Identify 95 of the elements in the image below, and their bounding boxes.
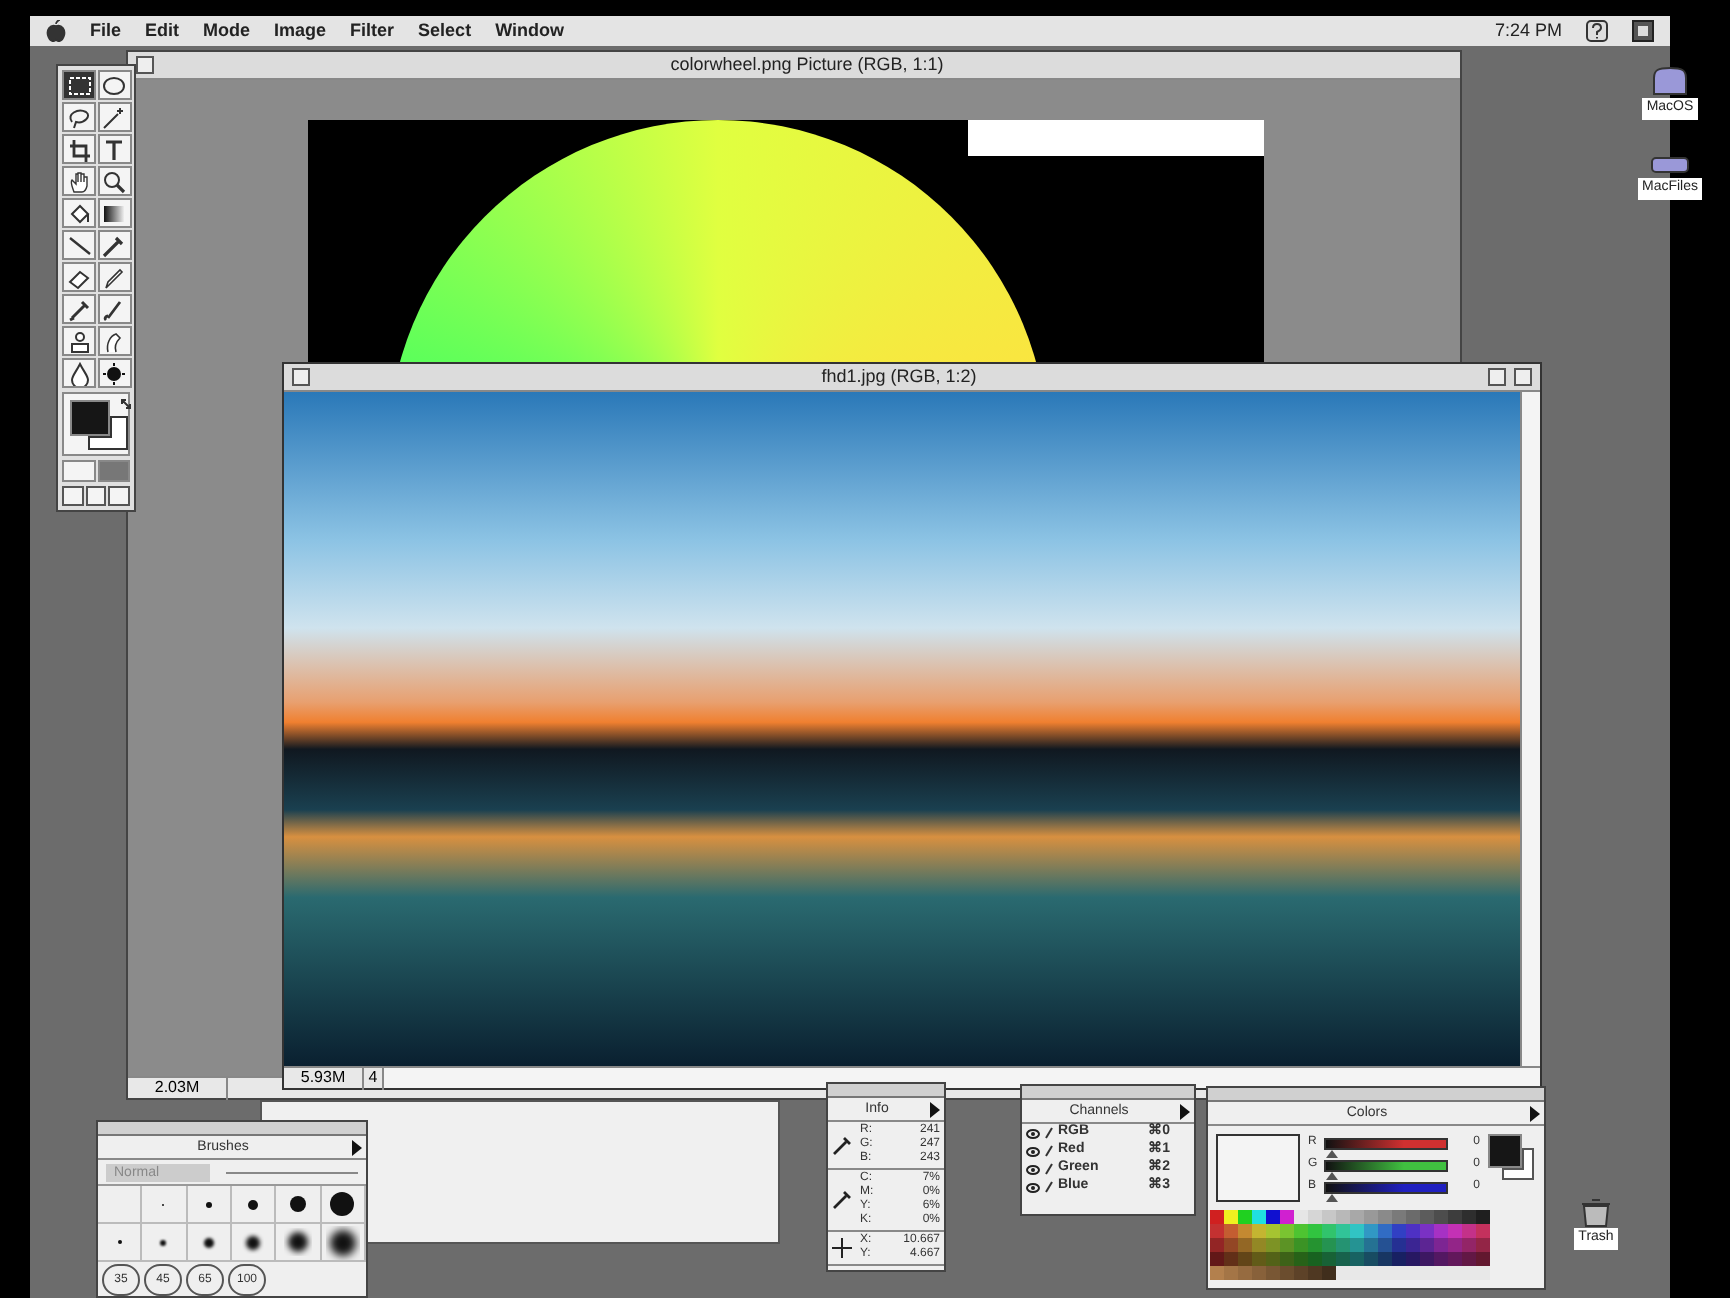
- tool-button[interactable]: [97, 102, 131, 132]
- brush-preset[interactable]: [232, 1224, 277, 1262]
- tool-button[interactable]: [62, 326, 96, 356]
- swap-arrow-icon: [120, 398, 132, 410]
- brush-preset[interactable]: [321, 1224, 366, 1262]
- burn-icon: [100, 361, 128, 385]
- eyedropper-icon: [832, 1135, 852, 1155]
- tool-button[interactable]: [97, 134, 131, 164]
- tool-button[interactable]: [62, 70, 96, 100]
- blur-icon: [65, 361, 93, 385]
- window-title: fhd1.jpg (RGB, 1:2): [819, 363, 979, 390]
- line-icon: [65, 233, 93, 257]
- eraser-icon: [65, 265, 93, 289]
- quick-mask-button[interactable]: [97, 460, 130, 482]
- brush-preset[interactable]: [232, 1186, 277, 1224]
- brush-tip-icon: [113, 1236, 126, 1248]
- tool-button[interactable]: [97, 166, 131, 196]
- lasso-icon: [65, 105, 93, 129]
- brush-tip-icon: [242, 1231, 265, 1253]
- menu-item[interactable]: Window: [495, 17, 564, 45]
- tool-button[interactable]: [97, 358, 131, 388]
- palette-drag-bar[interactable]: [1022, 1086, 1194, 1100]
- background-color-swatch: [1502, 1148, 1534, 1180]
- wand-icon: [100, 105, 128, 129]
- brush-tip-icon: [199, 1233, 218, 1251]
- brush-tip-icon: [283, 1228, 312, 1256]
- bucket-icon: [65, 201, 93, 225]
- tool-button[interactable]: [97, 230, 131, 260]
- ellipse-icon: [100, 73, 128, 97]
- marquee-icon: [65, 73, 93, 97]
- brush-tip-icon: [285, 1192, 310, 1216]
- screen-mode-button[interactable]: [62, 486, 84, 506]
- brush-tip-icon: [244, 1195, 263, 1213]
- menu-item[interactable]: Filter: [350, 17, 395, 45]
- zoom-icon: [100, 169, 128, 193]
- stamp-icon: [65, 329, 93, 353]
- menu-arrow-icon: [926, 1098, 944, 1122]
- palette-drag-bar[interactable]: [98, 1122, 366, 1136]
- brush-tip-icon: [156, 1235, 171, 1249]
- airbrush-icon: [65, 297, 93, 321]
- standard-mode-button[interactable]: [62, 460, 95, 482]
- brush-tip-icon: [201, 1197, 216, 1211]
- brush-preset[interactable]: [321, 1186, 366, 1224]
- menu-arrow-icon: [1526, 1102, 1544, 1126]
- menu-item[interactable]: File: [90, 17, 122, 45]
- menu-item[interactable]: Image: [274, 17, 327, 45]
- palette-drag-bar[interactable]: [828, 1084, 944, 1098]
- tool-button[interactable]: [62, 358, 96, 388]
- brush-preset[interactable]: [187, 1224, 232, 1262]
- tool-button[interactable]: [97, 326, 131, 356]
- brush-tip-icon: [326, 1188, 359, 1220]
- eyedropper-icon: [100, 233, 128, 257]
- document-size: 2.03M: [128, 1076, 228, 1100]
- brush-tip-icon: [325, 1225, 360, 1259]
- crosshair-icon: [832, 1238, 852, 1258]
- screen-mode-button[interactable]: [85, 486, 107, 506]
- apple-icon: [46, 20, 66, 42]
- zoom-box[interactable]: [1488, 368, 1506, 386]
- foreground-color-swatch[interactable]: [70, 400, 110, 436]
- brush-preset[interactable]: [276, 1224, 322, 1262]
- crop-icon: [65, 137, 93, 161]
- tool-button[interactable]: [62, 134, 96, 164]
- collapse-box[interactable]: [1514, 368, 1532, 386]
- tool-button[interactable]: [62, 294, 96, 324]
- window-title: colorwheel.png Picture (RGB, 1:1): [668, 51, 946, 78]
- tool-button[interactable]: [97, 294, 131, 324]
- menu-arrow-icon: [348, 1136, 366, 1160]
- close-box[interactable]: [136, 56, 154, 74]
- color-preview: [1216, 1134, 1300, 1202]
- tool-button[interactable]: [97, 262, 131, 292]
- document-size: 5.93M: [284, 1066, 364, 1090]
- horizontal-scrollbar[interactable]: [384, 1068, 1540, 1088]
- close-box[interactable]: [292, 368, 310, 386]
- tool-button[interactable]: [62, 102, 96, 132]
- foreground-color-swatch[interactable]: [1488, 1134, 1522, 1168]
- type-icon: [100, 137, 128, 161]
- tool-button[interactable]: [62, 230, 96, 260]
- eyedropper-icon: [832, 1190, 852, 1210]
- vertical-scrollbar[interactable]: [1520, 392, 1540, 1066]
- menu-item[interactable]: Mode: [203, 17, 251, 45]
- menu-clock: 7:24 PM: [1494, 17, 1562, 44]
- tool-button[interactable]: [62, 198, 96, 228]
- tool-button[interactable]: [97, 70, 131, 100]
- hand-icon: [65, 169, 93, 193]
- tool-button[interactable]: [62, 262, 96, 292]
- palette-drag-bar[interactable]: [1208, 1088, 1544, 1102]
- pencil-icon: [100, 265, 128, 289]
- brush-preset[interactable]: [276, 1186, 322, 1224]
- screen-mode-button[interactable]: [108, 486, 131, 506]
- menu-item[interactable]: Select: [418, 17, 472, 45]
- menu-item[interactable]: Edit: [145, 17, 180, 45]
- tool-button[interactable]: [97, 198, 131, 228]
- menu-arrow-icon: [1176, 1100, 1194, 1124]
- tool-button[interactable]: [62, 166, 96, 196]
- gradient-icon: [100, 201, 128, 225]
